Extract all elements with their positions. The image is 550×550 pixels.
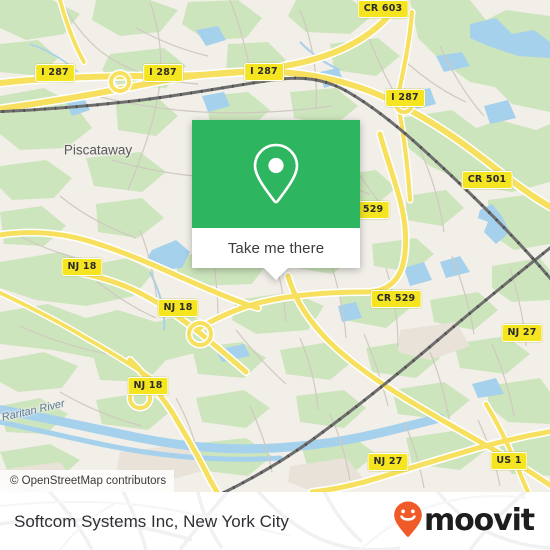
moovit-smiley-pin-icon: [393, 500, 423, 543]
road-shield-i-287-c[interactable]: I 287: [244, 63, 284, 81]
popup-cta-panel[interactable]: Take me there: [192, 228, 360, 280]
footer-bar: Softcom Systems Inc, New York City moovi…: [0, 492, 550, 550]
place-title: Softcom Systems Inc, New York City: [14, 511, 289, 531]
location-pin-icon: [250, 141, 302, 207]
take-me-there-label: Take me there: [227, 239, 325, 257]
popup-pin-panel: [192, 120, 360, 228]
map-share-card: Piscataway Raritan River CR 603 I 287 I …: [0, 0, 550, 550]
osm-attribution[interactable]: © OpenStreetMap contributors: [0, 470, 175, 492]
road-shield-cr-603[interactable]: CR 603: [357, 0, 409, 18]
moovit-logo[interactable]: moovit: [393, 500, 535, 543]
road-shield-i-287-a[interactable]: I 287: [35, 64, 75, 82]
road-shield-cr-529-a[interactable]: CR 529: [370, 290, 422, 308]
road-shield-nj-18-c[interactable]: NJ 18: [127, 377, 169, 395]
moovit-wordmark: moovit: [423, 503, 535, 538]
road-shield-i-287-b[interactable]: I 287: [143, 64, 183, 82]
road-shield-nj-27-b[interactable]: NJ 27: [367, 453, 409, 471]
place-label-piscataway: Piscataway: [63, 142, 133, 158]
road-shield-i-287-d[interactable]: I 287: [385, 89, 425, 107]
footer-bar-content: Softcom Systems Inc, New York City moovi…: [0, 492, 550, 550]
popup-pointer-tail: [264, 268, 288, 280]
road-shield-us-1[interactable]: US 1: [490, 452, 528, 470]
map-canvas[interactable]: Piscataway Raritan River CR 603 I 287 I …: [0, 0, 550, 492]
road-shield-cr-501[interactable]: CR 501: [461, 171, 513, 189]
road-shield-nj-18-b[interactable]: NJ 18: [157, 299, 199, 317]
destination-popup-card[interactable]: Take me there: [192, 120, 360, 280]
road-shield-nj-18-a[interactable]: NJ 18: [61, 258, 103, 276]
road-shield-nj-27-a[interactable]: NJ 27: [501, 324, 543, 342]
